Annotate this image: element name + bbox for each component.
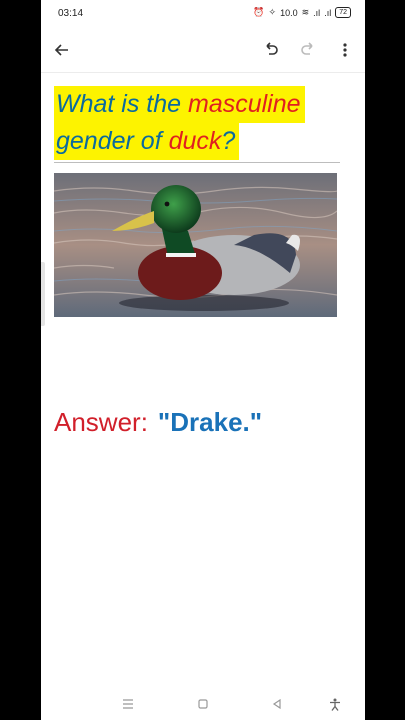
answer-line: Answer: "Drake." [54, 407, 262, 438]
system-nav-bar [41, 688, 365, 720]
app-toolbar [41, 30, 365, 70]
signal-2-icon: .ıl [324, 7, 332, 18]
undo-icon[interactable] [259, 38, 283, 62]
question-mark: ? [221, 127, 236, 155]
signal-icon: .ıl [313, 7, 321, 18]
question-text-blue-2: gender of [56, 127, 169, 155]
battery-icon: 72 [335, 7, 351, 18]
answer-value: "Drake." [157, 407, 263, 437]
accessibility-icon[interactable] [325, 696, 345, 712]
network-speed: 10.0 [280, 7, 298, 18]
redo-icon[interactable] [296, 38, 320, 62]
question-divider [54, 162, 340, 163]
phone-screen: 03:14 ⏰ ✧ 10.0 ≋ .ıl .ıl 72 What is the … [41, 0, 365, 720]
toolbar-divider [41, 72, 365, 73]
answer-label: Answer: [54, 407, 148, 437]
status-icons: ⏰ ✧ 10.0 ≋ .ıl .ıl 72 [253, 7, 351, 18]
back-triangle-icon[interactable] [267, 696, 287, 712]
question-text: What is the masculine gender of duck? [54, 86, 339, 160]
alarm-icon: ⏰ [253, 7, 265, 17]
back-arrow-icon[interactable] [50, 38, 74, 62]
menu-icon[interactable] [118, 696, 138, 712]
status-time: 03:14 [58, 8, 84, 19]
home-square-icon[interactable] [193, 696, 213, 712]
duck-image [54, 173, 337, 317]
status-bar: 03:14 ⏰ ✧ 10.0 ≋ .ıl .ıl 72 [41, 0, 365, 28]
more-vertical-icon[interactable] [333, 38, 357, 62]
question-line-2: gender of duck? [54, 123, 240, 160]
question-text-red-2: duck [168, 127, 222, 155]
wifi-icon: ≋ [301, 7, 310, 17]
question-text-blue-1: What is the [56, 90, 188, 118]
question-line-1: What is the masculine [54, 86, 305, 123]
side-panel-handle[interactable] [41, 262, 45, 326]
vibrate-icon: ✧ [268, 7, 277, 17]
question-text-red-1: masculine [188, 90, 301, 118]
